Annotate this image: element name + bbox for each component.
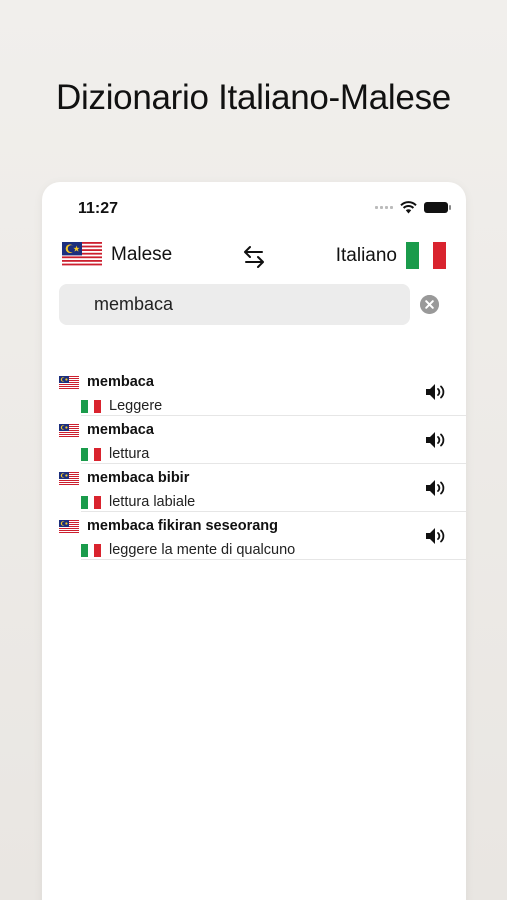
malaysia-flag-icon: [59, 423, 79, 437]
italy-flag-icon: [81, 447, 102, 461]
status-icons: [375, 201, 451, 214]
result-translation: lettura: [109, 446, 150, 462]
language-bar: Malese Italiano: [62, 242, 446, 272]
swap-languages-icon[interactable]: [242, 244, 266, 270]
result-row[interactable]: membaca fikiran seseorang leggere la men…: [42, 512, 466, 560]
cellular-signal-icon: [375, 206, 393, 209]
result-row[interactable]: membaca Leggere: [42, 368, 466, 416]
target-language-label: Italiano: [335, 244, 397, 266]
result-translation: lettura labiale: [109, 494, 196, 510]
result-translation: Leggere: [109, 398, 163, 414]
result-term: membaca: [87, 422, 154, 438]
clear-search-icon[interactable]: [420, 295, 439, 314]
malaysia-flag-icon: [59, 375, 79, 389]
italy-flag-icon: [81, 543, 102, 557]
speaker-icon[interactable]: [424, 478, 446, 498]
promo-title: Dizionario Italiano-Malese: [56, 78, 451, 117]
italy-flag-icon: [81, 399, 102, 413]
result-term: membaca: [87, 374, 154, 390]
battery-icon: [424, 202, 451, 213]
row-divider: [81, 559, 466, 560]
status-time: 11:27: [78, 200, 119, 217]
target-language-button[interactable]: Italiano: [336, 242, 446, 269]
speaker-icon[interactable]: [424, 430, 446, 450]
result-term: membaca bibir: [87, 470, 190, 486]
search-input[interactable]: [59, 284, 410, 325]
italy-flag-icon: [81, 495, 102, 509]
wifi-icon: [400, 201, 417, 214]
phone-screen: 11:27 Malese Italiano membaca membaca Le…: [42, 182, 466, 900]
result-term: membaca fikiran seseorang: [87, 518, 279, 534]
result-translation: leggere la mente di qualcuno: [109, 542, 296, 558]
malaysia-flag-icon: [59, 471, 79, 485]
speaker-icon[interactable]: [424, 526, 446, 546]
source-language-label: Malese: [111, 243, 173, 265]
malaysia-flag-icon: [59, 519, 79, 533]
results-list: membaca Leggere membaca lettura membaca …: [42, 368, 466, 560]
speaker-icon[interactable]: [424, 382, 446, 402]
italy-flag-icon: [406, 242, 446, 269]
result-row[interactable]: membaca lettura: [42, 416, 466, 464]
malaysia-flag-icon: [62, 242, 102, 267]
search-row: [59, 284, 449, 325]
source-language-button[interactable]: Malese: [62, 242, 172, 267]
result-row[interactable]: membaca bibir lettura labiale: [42, 464, 466, 512]
